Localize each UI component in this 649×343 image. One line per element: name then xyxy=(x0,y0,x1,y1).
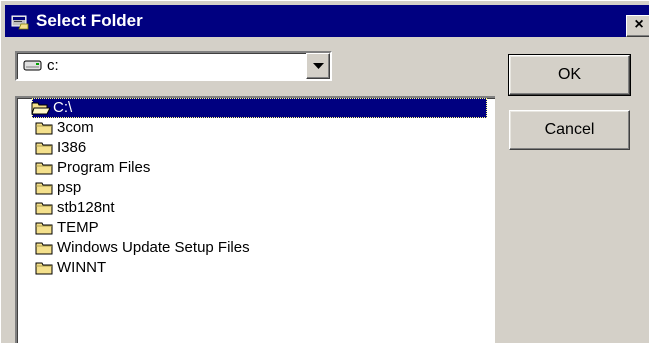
folder-label: Program Files xyxy=(57,159,151,176)
folder-label: stb128nt xyxy=(57,199,115,216)
folder-icon xyxy=(35,120,55,136)
drive-select-value: c: xyxy=(47,57,59,74)
hard-drive-icon xyxy=(23,59,43,73)
folder-label: 3com xyxy=(57,119,94,136)
window-title: Select Folder xyxy=(36,11,143,30)
folder-label: psp xyxy=(57,179,82,196)
folder-item-root[interactable]: C:\ xyxy=(17,98,495,118)
folder-item[interactable]: 3com xyxy=(17,118,495,138)
folder-icon xyxy=(35,140,55,156)
folder-item[interactable]: psp xyxy=(17,178,495,198)
drive-select[interactable]: c: xyxy=(15,51,332,81)
folder-item[interactable]: stb128nt xyxy=(17,198,495,218)
folder-icon xyxy=(35,260,55,276)
cancel-button[interactable]: Cancel xyxy=(509,110,630,150)
close-button[interactable]: × xyxy=(626,15,649,37)
folder-icon xyxy=(35,160,55,176)
folder-icon xyxy=(35,220,55,236)
chevron-down-icon xyxy=(313,63,324,69)
close-icon: × xyxy=(634,16,644,33)
folder-tree[interactable]: C:\ 3com I386 Program Files psp stb128nt… xyxy=(15,96,495,343)
ok-button[interactable]: OK xyxy=(508,54,631,96)
select-folder-dialog: Select Folder × c: C:\ 3com I386 Program… xyxy=(0,0,649,343)
folder-window-icon xyxy=(11,14,29,30)
folder-icon xyxy=(35,200,55,216)
folder-item[interactable]: WINNT xyxy=(17,258,495,278)
folder-icon xyxy=(35,180,55,196)
folder-label: I386 xyxy=(57,139,87,156)
folder-icon xyxy=(35,240,55,256)
folder-label: C:\ xyxy=(51,99,75,117)
folder-label: TEMP xyxy=(57,219,99,236)
open-folder-icon xyxy=(31,100,51,116)
selection-highlight xyxy=(32,98,487,118)
folder-item[interactable]: I386 xyxy=(17,138,495,158)
folder-item[interactable]: Windows Update Setup Files xyxy=(17,238,495,258)
dropdown-arrow-button[interactable] xyxy=(306,53,330,79)
folder-item[interactable]: Program Files xyxy=(17,158,495,178)
folder-label: WINNT xyxy=(57,259,107,276)
folder-label: Windows Update Setup Files xyxy=(57,239,250,256)
title-bar[interactable]: Select Folder xyxy=(5,5,649,37)
folder-item[interactable]: TEMP xyxy=(17,218,495,238)
